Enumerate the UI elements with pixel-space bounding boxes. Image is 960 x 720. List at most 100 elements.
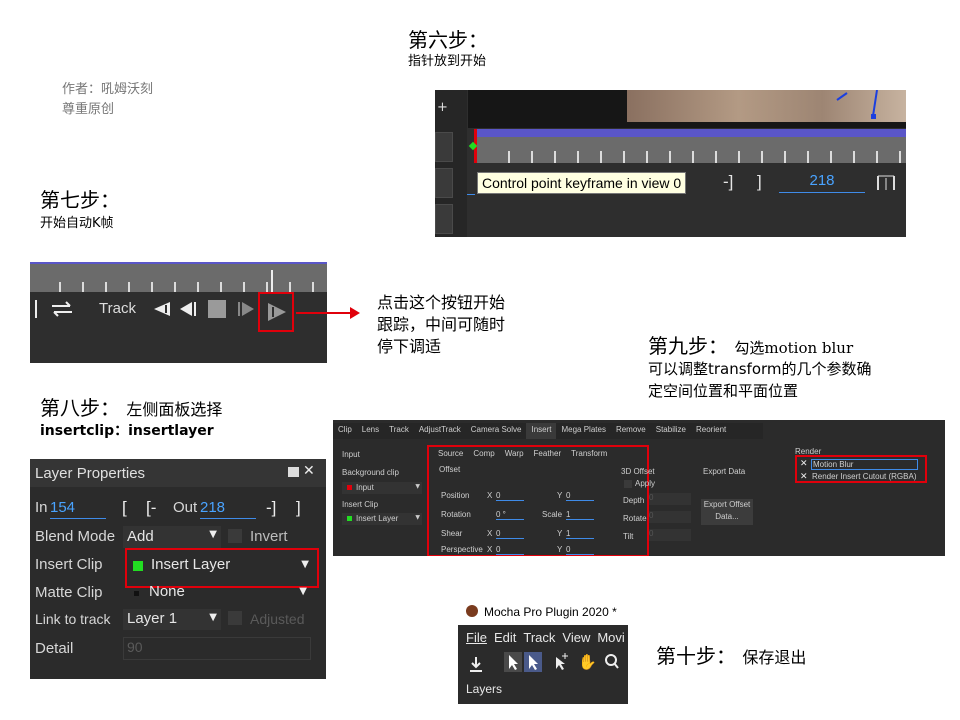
insert-clip-select[interactable]: Insert Layer ▼ [342,513,422,525]
detail-field[interactable]: 90 [123,637,311,660]
link-to-track-select[interactable]: Layer 1 ▼ [123,609,221,630]
step6-title: 第六步： [408,28,488,52]
subtab-feather[interactable]: Feather [529,449,567,458]
step7-desc: 开始自动K帧 [40,216,114,231]
zoom-icon[interactable] [604,653,620,675]
plus-button[interactable]: + [437,100,448,115]
menu-view[interactable]: View [562,630,590,645]
insert-color-swatch [347,516,352,521]
set-in-button[interactable]: [- [146,498,156,518]
export-offset-button[interactable]: Export Offset Data... [701,499,753,525]
step10-subtitle: 保存退出 [742,648,807,667]
insert-clip-select[interactable]: Insert Layer ▼ [125,548,319,588]
shear-y-field[interactable]: 1 [566,529,594,539]
pan-hand-icon[interactable]: ✋ [578,653,597,671]
tab-track[interactable]: Track [384,423,414,439]
mocha-window: Mocha Pro Plugin 2020 * File Edit Track … [458,600,628,704]
step10-title-text: 第十步： [656,644,736,668]
blend-mode-select[interactable]: Add ▼ [123,526,221,548]
menu-file[interactable]: File [466,630,487,645]
tab-remove[interactable]: Remove [611,423,651,439]
chevron-down-icon: ▼ [299,586,307,597]
respect-line: 尊重原创 [62,102,115,117]
step7-screenshot: Track [30,262,327,363]
invert-checkbox[interactable] [228,529,242,543]
adjusted-checkbox[interactable] [228,611,242,625]
rotation-field[interactable]: 0 ° [496,510,524,520]
tab-lens[interactable]: Lens [357,423,384,439]
annotation-line: 点击这个按钮开始 [377,293,506,312]
in-field[interactable]: 154 [50,499,106,519]
subtab-source[interactable]: Source [433,449,468,458]
perspective-y-field[interactable]: 0 [566,545,594,555]
timeline-ruler[interactable] [30,264,327,292]
tab-clip[interactable]: Clip [333,423,357,439]
timeline-range-bar[interactable] [475,129,906,137]
tool-button[interactable] [435,168,453,198]
fit-frame-icon[interactable] [875,172,897,192]
chevron-down-icon: ▼ [415,514,420,521]
save-download-icon[interactable] [468,655,484,677]
position-x-field[interactable]: 0 [496,491,524,501]
go-out-button[interactable]: ] [296,498,301,518]
track-back-one-frame-icon[interactable] [178,300,198,322]
menu-edit[interactable]: Edit [494,630,516,645]
add-point-tool-icon[interactable] [552,652,570,676]
step6-screenshot: + Control point keyframe in view 0 -] ] … [435,90,906,237]
apply-checkbox[interactable] [624,480,632,488]
select-multi-tool-icon[interactable] [524,652,542,672]
close-icon[interactable]: ✕ [303,463,315,479]
depth-field[interactable]: 0 [649,493,691,505]
rotate-label: Rotate [623,514,647,523]
subtab-warp[interactable]: Warp [500,449,529,458]
set-out-button[interactable]: -] [266,498,276,518]
tab-mega-plates[interactable]: Mega Plates [556,423,610,439]
tab-adjusttrack[interactable]: AdjustTrack [414,423,466,439]
step10-title: 第十步： 保存退出 [656,640,806,669]
render-cutout-label: Render Insert Cutout (RGBA) [812,472,917,481]
motion-blur-label: Motion Blur [811,459,918,470]
timeline-ruler[interactable] [475,137,906,163]
rotate-field[interactable]: 0 [649,511,691,523]
track-forwards-button[interactable] [258,292,294,332]
swap-arrows-icon[interactable] [50,300,74,322]
tab-insert[interactable]: Insert [526,423,557,439]
matte-clip-select[interactable]: None ▼ [129,583,309,604]
perspective-x-field[interactable]: 0 [496,545,524,555]
tab-reorient[interactable]: Reorient [691,423,731,439]
tilt-field[interactable]: 0 [649,529,691,541]
perspective-y-label: Y [557,545,563,554]
stop-track-icon[interactable] [208,300,226,318]
menu-track[interactable]: Track [523,630,555,645]
track-label: Track [99,300,136,317]
frame-field[interactable]: 218 [779,172,865,193]
background-clip-select[interactable]: Input ▼ [342,482,422,494]
subtab-transform[interactable]: Transform [566,449,612,458]
step9-title-text: 第九步： [648,334,728,358]
go-in-button[interactable]: [ [122,498,127,518]
set-out-button[interactable]: -] [723,172,733,192]
tool-button[interactable] [435,132,453,162]
step8-subtitle: 左侧面板选择 [126,400,223,419]
motion-blur-checkbox[interactable]: ✕ [800,459,810,469]
undock-icon[interactable] [288,467,299,477]
annotation-line: 跟踪，中间可随时 [377,315,506,334]
tab-stabilize[interactable]: Stabilize [651,423,691,439]
go-out-button[interactable]: ] [757,172,762,192]
position-y-field[interactable]: 0 [566,491,594,501]
perspective-label: Perspective [441,545,483,554]
menu-movie[interactable]: Movi [597,630,624,645]
position-x-label: X [487,491,493,500]
track-backwards-icon[interactable] [152,300,172,322]
out-field[interactable]: 218 [200,499,256,519]
tab-camera-solve[interactable]: Camera Solve [466,423,527,439]
tool-button[interactable] [435,204,453,234]
render-cutout-checkbox[interactable]: ✕ [800,472,808,482]
scale-field[interactable]: 1 [566,510,594,520]
track-forward-one-frame-icon[interactable] [236,300,256,322]
perspective-x-label: X [487,545,493,554]
step8-title-text: 第八步： [40,396,120,420]
subtab-comp[interactable]: Comp [468,449,499,458]
shear-x-field[interactable]: 0 [496,529,524,539]
select-tool-icon[interactable] [504,652,522,672]
